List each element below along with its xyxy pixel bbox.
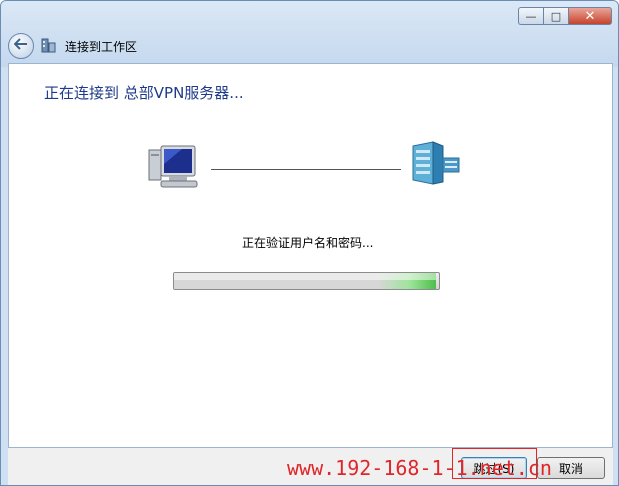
maximize-button[interactable]: □: [543, 7, 568, 25]
skip-button[interactable]: 跳过(S): [461, 457, 527, 479]
progress-bar: [173, 272, 440, 290]
maximize-icon: □: [550, 9, 562, 23]
network-workplace-icon: [41, 38, 56, 53]
minimize-button[interactable]: —: [518, 7, 543, 25]
connection-line: [211, 169, 401, 170]
dialog-window: — □ ✕ 连接到工作区 正在连接到 总部VPN服务器... 正在验证用户名和密…: [0, 0, 619, 486]
progress-fill: [174, 273, 437, 289]
cancel-button[interactable]: 取消: [537, 457, 605, 479]
window-title: 连接到工作区: [65, 40, 138, 54]
server-icon: [412, 141, 460, 185]
status-text: 正在验证用户名和密码...: [242, 236, 374, 250]
content-panel: 正在连接到 总部VPN服务器... 正在验证用户名和密码...: [8, 63, 613, 448]
computer-icon: [148, 145, 198, 188]
page-heading: 正在连接到 总部VPN服务器...: [44, 84, 244, 102]
minimize-icon: —: [525, 9, 537, 23]
back-button[interactable]: [8, 33, 34, 59]
caption-buttons: — □ ✕: [518, 7, 612, 25]
close-button[interactable]: ✕: [568, 7, 612, 25]
close-icon: ✕: [584, 8, 596, 24]
back-arrow-icon: [13, 38, 28, 54]
